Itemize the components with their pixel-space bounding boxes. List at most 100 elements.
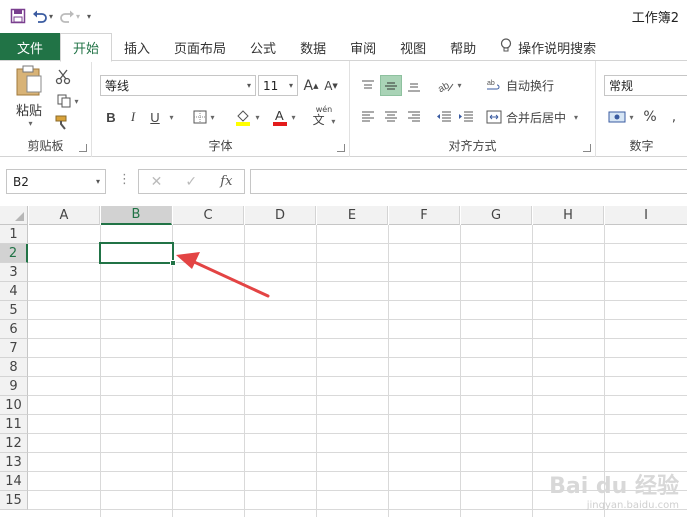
align-right-icon [408,111,420,122]
row-header-2[interactable]: 2 [0,244,28,263]
formula-input[interactable] [250,169,687,194]
more-icon[interactable]: ⋮ [118,172,131,187]
align-middle-button[interactable] [380,75,402,96]
merge-center-button[interactable]: 合并后居中 ▾ [486,107,586,127]
font-size-select[interactable]: 11 ▾ [258,75,298,96]
column-header-c[interactable]: C [173,206,244,225]
paste-button[interactable]: 粘贴 ▾ [10,65,48,128]
tab-insert[interactable]: 插入 [112,33,162,61]
format-painter-icon[interactable] [52,113,74,133]
row-header-5[interactable]: 5 [0,301,28,320]
tab-view[interactable]: 视图 [388,33,438,61]
fill-color-button[interactable]: ▾ [230,107,264,127]
align-top-button[interactable] [358,75,378,96]
decrease-indent-button[interactable] [434,107,454,127]
comma-style-button[interactable]: , [664,107,684,127]
watermark-sub: jingyan.baidu.com [586,500,679,511]
borders-icon [193,110,207,124]
select-all-button[interactable] [0,206,28,225]
wrap-text-label: 自动换行 [506,79,555,93]
row-header-14[interactable]: 14 [0,472,28,491]
row-header-7[interactable]: 7 [0,339,28,358]
clipboard-launcher-icon[interactable] [79,144,87,152]
phonetic-button[interactable]: wén 文 ▾ [308,105,340,129]
customize-qat-icon[interactable]: ▾ [86,6,91,26]
undo-icon[interactable]: ▾ [32,6,53,26]
row-header-15[interactable]: 15 [0,491,28,510]
font-color-button[interactable]: A ▾ [268,107,300,127]
tab-home[interactable]: 开始 [60,33,113,62]
redo-icon[interactable]: ▾ [59,6,80,26]
ribbon-tabs: 文件 开始 插入 页面布局 公式 数据 审阅 视图 帮助 操作说明搜索 [0,33,687,62]
active-cell-b2[interactable] [99,242,174,264]
font-grow-button[interactable]: A ▲ [302,75,320,96]
column-header-i[interactable]: I [605,206,687,225]
number-format-value: 常规 [609,79,634,93]
row-header-12[interactable]: 12 [0,434,28,453]
column-header-d[interactable]: D [245,206,316,225]
column-header-b[interactable]: B [101,206,172,225]
tab-file[interactable]: 文件 [0,33,60,61]
underline-button[interactable]: U [146,107,164,127]
row-header-11[interactable]: 11 [0,415,28,434]
chevron-down-icon: ▾ [288,81,293,90]
orientation-button[interactable]: ab ▾ [434,75,466,96]
enter-icon[interactable]: ✓ [185,174,197,190]
row-header-4[interactable]: 4 [0,282,28,301]
italic-button[interactable]: I [124,107,142,127]
tab-data[interactable]: 数据 [288,33,338,61]
column-header-a[interactable]: A [29,206,100,225]
group-number: 常规 ▾ % , 数字 [596,61,687,157]
decrease-indent-icon [437,111,451,122]
number-format-select[interactable]: 常规 [604,75,687,96]
row-header-10[interactable]: 10 [0,396,28,415]
cancel-icon[interactable]: ✕ [151,174,163,190]
align-bottom-button[interactable] [404,75,424,96]
grid-line [532,225,533,517]
row-header-6[interactable]: 6 [0,320,28,339]
wrap-text-button[interactable]: ab 自动换行 [486,75,570,96]
tab-help[interactable]: 帮助 [438,33,488,61]
alignment-launcher-icon[interactable] [583,144,591,152]
column-header-f[interactable]: F [389,206,460,225]
column-header-g[interactable]: G [461,206,532,225]
group-label-font: 字体 [208,139,233,153]
group-alignment: ab ▾ ab 自动换行 合并后居中 ▾ 对齐方式 [350,61,596,157]
group-clipboard: 粘贴 ▾ ▾ 剪贴板 [0,61,92,157]
tab-page-layout[interactable]: 页面布局 [162,33,238,61]
cut-icon[interactable] [52,67,74,87]
column-header-e[interactable]: E [317,206,388,225]
percent-button[interactable]: % [640,107,660,127]
align-center-button[interactable] [380,107,402,127]
copy-icon[interactable]: ▾ [52,91,84,111]
insert-function-button[interactable]: fx [220,174,232,189]
tell-me-search[interactable]: 操作说明搜索 [488,33,608,61]
font-launcher-icon[interactable] [337,144,345,152]
fill-bucket-icon [236,110,251,126]
align-left-button[interactable] [358,107,378,127]
increase-indent-button[interactable] [456,107,476,127]
bold-button[interactable]: B [102,107,120,127]
align-right-button[interactable] [404,107,424,127]
row-header-3[interactable]: 3 [0,263,28,282]
column-header-h[interactable]: H [533,206,604,225]
row-header-1[interactable]: 1 [0,225,28,244]
row-header-13[interactable]: 13 [0,453,28,472]
row-header-9[interactable]: 9 [0,377,28,396]
underline-dropdown-icon[interactable]: ▾ [165,107,175,127]
row-header-8[interactable]: 8 [0,358,28,377]
tab-formulas[interactable]: 公式 [238,33,288,61]
name-box[interactable]: B2 ▾ [6,169,106,194]
save-icon[interactable] [10,6,26,26]
group-font: 等线 ▾ 11 ▾ A ▲ A ▼ B I U ▾ ▾ ▾ A ▾ wén 文 ▾ 字… [92,61,350,157]
accounting-format-button[interactable]: ▾ [604,107,638,127]
font-name-select[interactable]: 等线 ▾ [100,75,256,96]
watermark: Bai du 经验 jingyan.baidu.com [549,468,679,511]
borders-button[interactable]: ▾ [188,107,220,127]
fill-handle[interactable] [170,260,176,266]
phonetic-icon: 文 ▾ [312,113,336,127]
tab-review[interactable]: 审阅 [338,33,388,61]
font-shrink-button[interactable]: A ▼ [322,75,340,96]
paste-dropdown-icon[interactable]: ▾ [28,119,32,128]
watermark-text: Bai du 经验 [549,474,679,499]
